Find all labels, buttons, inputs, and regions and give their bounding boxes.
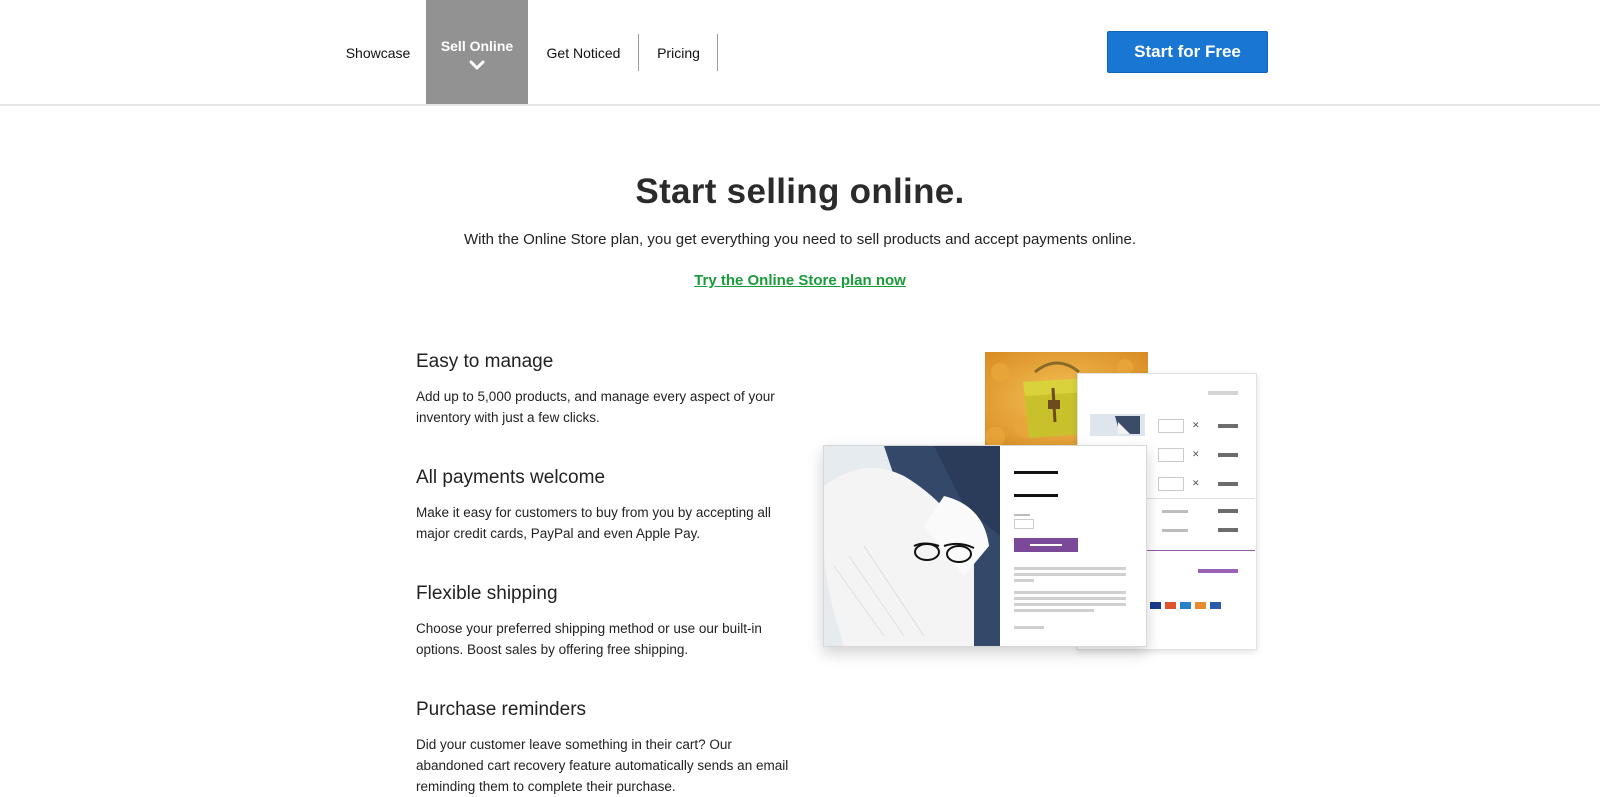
main-nav: Showcase Sell Online Get Noticed Pricing: [330, 0, 718, 104]
mastercard-icon: [1165, 602, 1176, 609]
chevron-down-icon: [469, 60, 485, 70]
nav-item-pricing[interactable]: Pricing: [639, 0, 718, 104]
feature-title: Easy to manage: [416, 351, 554, 372]
nav-item-label: Showcase: [345, 45, 411, 61]
nav-item-label: Pricing: [657, 45, 700, 61]
page-title: Start selling online.: [635, 172, 965, 211]
site-header: Showcase Sell Online Get Noticed Pricing…: [0, 0, 1600, 106]
nav-item-sell-online[interactable]: Sell Online: [426, 0, 528, 104]
nav-item-showcase[interactable]: Showcase: [330, 0, 426, 104]
clothes-product-image: [824, 446, 1000, 646]
nav-item-label: Sell Online: [440, 38, 514, 54]
feature-body: Add up to 5,000 products, and manage eve…: [416, 389, 775, 425]
product-page-card: [823, 445, 1147, 647]
try-online-store-link[interactable]: Try the Online Store plan now: [694, 272, 906, 289]
feature-all-payments: All payments welcome Make it easy for cu…: [416, 467, 816, 544]
start-for-free-button[interactable]: Start for Free: [1107, 31, 1268, 73]
feature-title: All payments welcome: [416, 467, 606, 488]
feature-title: Flexible shipping: [416, 583, 558, 604]
feature-easy-to-manage: Easy to manage Add up to 5,000 products,…: [416, 351, 816, 428]
visa-icon: [1150, 602, 1161, 609]
feature-body: Choose your preferred shipping method or…: [416, 621, 762, 657]
cart-item-thumbnail: [1090, 414, 1145, 436]
jcb-icon: [1210, 602, 1221, 609]
nav-item-get-noticed[interactable]: Get Noticed: [528, 0, 639, 104]
discover-icon: [1195, 602, 1206, 609]
store-illustration: ✕ ✕ ✕: [820, 350, 1260, 660]
feature-flexible-shipping: Flexible shipping Choose your preferred …: [416, 583, 816, 660]
hero-subtitle: With the Online Store plan, you get ever…: [463, 231, 1137, 248]
feature-title: Purchase reminders: [416, 699, 587, 720]
nav-item-label: Get Noticed: [546, 45, 621, 61]
feature-purchase-reminders: Purchase reminders Did your customer lea…: [416, 699, 816, 797]
amex-icon: [1180, 602, 1191, 609]
add-to-cart-button: [1014, 538, 1078, 552]
payment-icons: [1150, 602, 1221, 609]
hero-link-wrapper: Try the Online Store plan now: [0, 272, 1600, 289]
feature-body: Make it easy for customers to buy from y…: [416, 505, 771, 541]
